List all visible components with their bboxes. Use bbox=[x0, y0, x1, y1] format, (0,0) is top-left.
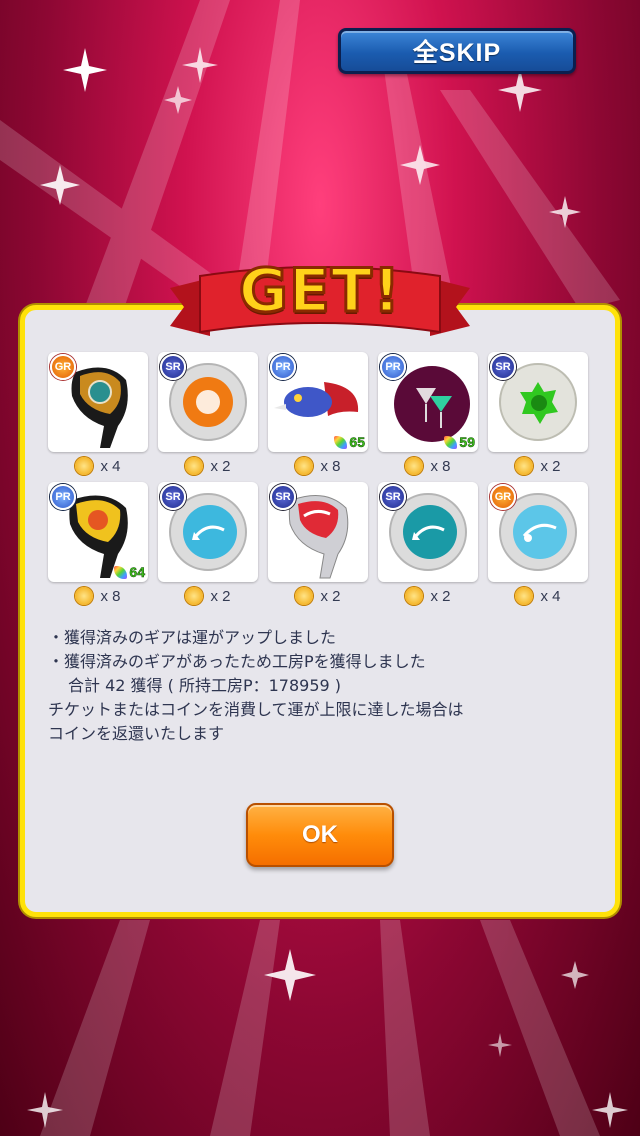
reward-item[interactable]: SR x 2 bbox=[488, 352, 588, 476]
get-title: GET! bbox=[237, 255, 402, 328]
reward-item[interactable]: GR x 4 bbox=[488, 482, 588, 606]
item-count: x 2 bbox=[158, 456, 258, 476]
item-tile: GR bbox=[48, 352, 148, 452]
rarity-badge-gr: GR bbox=[50, 354, 76, 380]
note-line: ・獲得済みのギアがあったため工房Pを獲得しました bbox=[48, 652, 426, 671]
coin-icon bbox=[405, 457, 424, 475]
reward-item[interactable]: PR 65 x 8 bbox=[268, 352, 368, 476]
item-count: x 2 bbox=[158, 586, 258, 606]
reward-notes: ・獲得済みのギアは運がアップしました ・獲得済みのギアがあったため工房Pを獲得し… bbox=[48, 626, 608, 746]
reward-item[interactable]: SR x 2 bbox=[158, 352, 258, 476]
coin-icon bbox=[405, 587, 424, 605]
rarity-badge-gr: GR bbox=[490, 484, 516, 510]
reward-item[interactable]: SR x 2 bbox=[378, 482, 478, 606]
item-tile: SR bbox=[158, 482, 258, 582]
item-count: x 2 bbox=[268, 586, 368, 606]
rarity-badge-pr: PR bbox=[50, 484, 76, 510]
note-total: 合計 42 獲得 ( 所持工房P：178959 ) bbox=[68, 676, 342, 695]
item-tile: PR 64 bbox=[48, 482, 148, 582]
rarity-badge-pr: PR bbox=[380, 354, 406, 380]
coin-icon bbox=[185, 587, 204, 605]
rainbow-leaf-icon bbox=[444, 435, 458, 449]
reward-item[interactable]: PR 59 x 8 bbox=[378, 352, 478, 476]
item-tile: SR bbox=[378, 482, 478, 582]
ok-button[interactable]: OK bbox=[246, 803, 394, 867]
rainbow-leaf-icon bbox=[114, 565, 128, 579]
reward-item[interactable]: SR x 2 bbox=[268, 482, 368, 606]
coin-icon bbox=[515, 587, 534, 605]
coin-icon bbox=[295, 587, 314, 605]
luck-value: 59 bbox=[444, 434, 475, 450]
item-count: x 2 bbox=[378, 586, 478, 606]
item-count: x 8 bbox=[48, 586, 148, 606]
coin-icon bbox=[295, 457, 314, 475]
coin-icon bbox=[75, 587, 94, 605]
rainbow-leaf-icon bbox=[334, 435, 348, 449]
item-tile: SR bbox=[158, 352, 258, 452]
coin-icon bbox=[185, 457, 204, 475]
coin-icon bbox=[515, 457, 534, 475]
coin-icon bbox=[75, 457, 94, 475]
rarity-badge-pr: PR bbox=[270, 354, 296, 380]
rarity-badge-sr: SR bbox=[380, 484, 406, 510]
item-count: x 8 bbox=[268, 456, 368, 476]
get-banner: GET! bbox=[170, 248, 470, 348]
skip-all-button[interactable]: 全SKIP bbox=[338, 28, 576, 74]
reward-item[interactable]: SR x 2 bbox=[158, 482, 258, 606]
luck-value: 64 bbox=[114, 564, 145, 580]
note-line: ・獲得済みのギアは運がアップしました bbox=[48, 628, 337, 647]
item-tile: GR bbox=[488, 482, 588, 582]
item-tile: PR 65 bbox=[268, 352, 368, 452]
rarity-badge-sr: SR bbox=[490, 354, 516, 380]
luck-value: 65 bbox=[334, 434, 365, 450]
item-tile: SR bbox=[268, 482, 368, 582]
item-count: x 4 bbox=[488, 586, 588, 606]
reward-item[interactable]: GR x 4 bbox=[48, 352, 148, 476]
item-tile: PR 59 bbox=[378, 352, 478, 452]
reward-item[interactable]: PR 64 x 8 bbox=[48, 482, 148, 606]
item-count: x 4 bbox=[48, 456, 148, 476]
rarity-badge-sr: SR bbox=[160, 484, 186, 510]
note-line: コインを返還いたします bbox=[48, 724, 225, 743]
item-tile: SR bbox=[488, 352, 588, 452]
note-line: チケットまたはコインを消費して運が上限に達した場合は bbox=[48, 700, 464, 719]
item-count: x 8 bbox=[378, 456, 478, 476]
rarity-badge-sr: SR bbox=[270, 484, 296, 510]
item-count: x 2 bbox=[488, 456, 588, 476]
rarity-badge-sr: SR bbox=[160, 354, 186, 380]
